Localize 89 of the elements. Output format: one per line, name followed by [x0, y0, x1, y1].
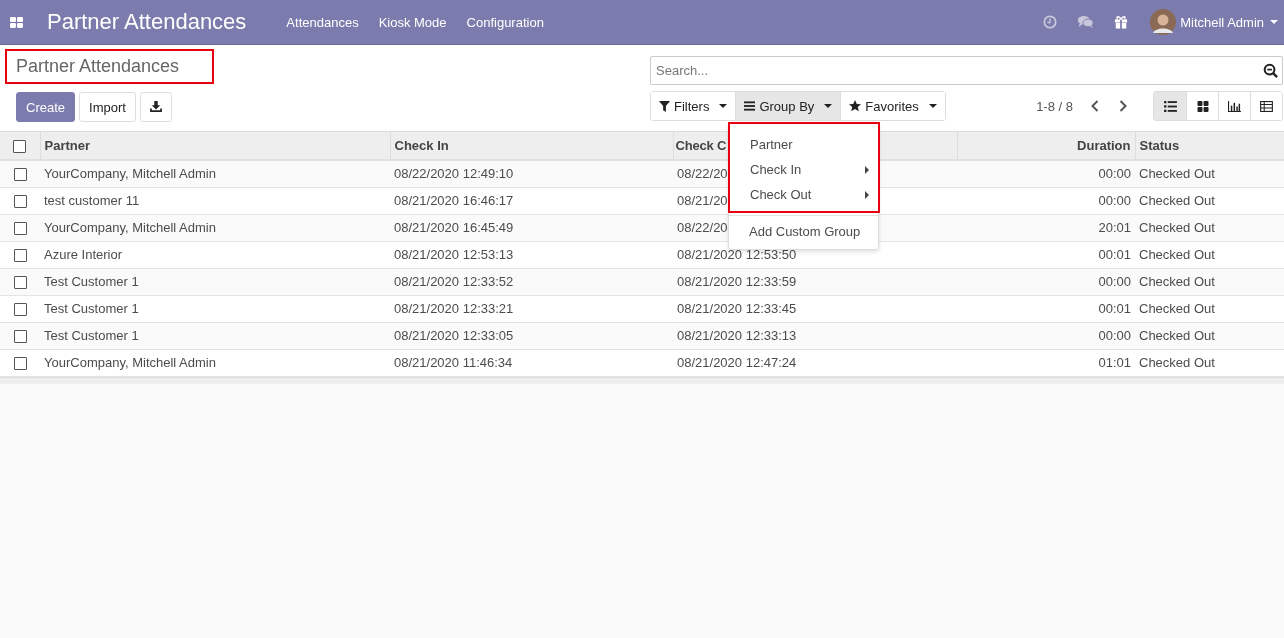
table-cell: 08/21/20 [677, 193, 728, 208]
table-cell: Checked Out [1139, 355, 1215, 370]
table-cell: 08/22/2020 12:49:10 [394, 166, 514, 182]
search-icon[interactable] [1263, 63, 1278, 78]
table-cell: Azure Interior [44, 247, 123, 262]
table-cell: 08/21/2020 12:33:59 [677, 274, 797, 289]
download-button[interactable] [139, 92, 172, 122]
table-cell: YourCompany, Mitchell Admin [44, 166, 216, 182]
table-cell: YourCompany, Mitchell Admin [44, 220, 216, 235]
table-cell: test customer 11 [44, 193, 140, 208]
table-cell: 08/22/20 [677, 220, 728, 235]
search-field[interactable]: Search... [650, 56, 1283, 85]
user-menu[interactable]: Mitchell Admin [1180, 14, 1278, 30]
column-header[interactable]: Partner [44, 138, 91, 153]
row-checkbox[interactable] [13, 276, 27, 290]
row-checkbox[interactable] [13, 195, 27, 209]
menu-item[interactable]: Add Custom Group [729, 219, 878, 244]
table-cell: Checked Out [1139, 220, 1215, 235]
table-cell: Test Customer 1 [44, 274, 139, 289]
column-header[interactable]: Status [1139, 138, 1180, 153]
download-icon [149, 100, 162, 112]
menu-item[interactable]: Attendances [286, 14, 359, 30]
menu-item[interactable]: Partner [730, 132, 878, 157]
table-cell: Checked Out [1139, 247, 1215, 262]
pager-value: 1-8 / 8 [1036, 98, 1073, 114]
next-icon[interactable] [1119, 100, 1127, 112]
table-cell: 08/21/2020 11:46:34 [394, 355, 513, 370]
table-cell: 08/21/2020 16:45:49 [394, 220, 514, 235]
table-cell: Checked Out [1139, 301, 1215, 316]
menu-item[interactable]: Check In [730, 157, 878, 182]
table-cell: 08/21/2020 12:53:13 [394, 247, 514, 262]
menu-item[interactable]: Kiosk Mode [378, 14, 447, 30]
table-cell: 08/21/2020 16:46:17 [394, 193, 514, 208]
caret-icon [865, 165, 869, 174]
pivot-view-button[interactable] [1250, 92, 1282, 120]
table-cell: 08/22/20 [677, 166, 728, 182]
import-button[interactable]: Import [79, 92, 136, 122]
avatar[interactable] [1150, 9, 1177, 35]
create-button[interactable]: Create [16, 92, 76, 122]
previous-icon[interactable] [1091, 100, 1099, 112]
table-cell: YourCompany, Mitchell Admin [44, 355, 216, 370]
menu-item[interactable]: Check Out [730, 182, 878, 207]
row-checkbox[interactable] [13, 303, 27, 317]
table-cell: Test Customer 1 [44, 301, 139, 316]
filter-icon [659, 100, 670, 112]
gift-icon[interactable] [1114, 15, 1129, 29]
list-view-button[interactable] [1154, 92, 1186, 120]
search-option-button[interactable]: Group By [736, 92, 842, 120]
table-cell: Test Customer 1 [44, 328, 139, 343]
bar-chart-icon [1228, 100, 1241, 112]
table-cell: 00:00 [1098, 193, 1131, 208]
table-cell: Checked Out [1139, 328, 1215, 343]
column-header[interactable]: Check In [394, 138, 449, 153]
table-cell: 08/21/2020 12:33:05 [394, 328, 514, 343]
table-cell: 08/21/2020 12:53:50 [677, 247, 797, 262]
table-cell: 08/21/2020 12:33:13 [677, 328, 797, 343]
table-cell: 08/21/2020 12:33:45 [677, 301, 797, 316]
table-cell: 08/21/2020 12:47:24 [677, 355, 797, 370]
table-cell: 00:00 [1098, 166, 1131, 182]
table-cell: Checked Out [1139, 274, 1215, 289]
table-cell: 00:00 [1098, 328, 1131, 343]
table-cell: 08/21/2020 12:33:21 [394, 301, 514, 316]
grid-icon [1196, 100, 1209, 112]
table-cell: 08/21/2020 12:33:52 [394, 274, 514, 289]
table-cell: 01:01 [1098, 355, 1131, 370]
table-cell: 00:01 [1098, 301, 1131, 316]
table-cell: 00:01 [1098, 247, 1131, 262]
menu-icon [744, 101, 756, 111]
table-cell: 20:01 [1098, 220, 1131, 235]
table-cell: Checked Out [1139, 193, 1215, 208]
caret-icon [865, 190, 869, 199]
apps-icon[interactable] [10, 16, 23, 28]
row-checkbox[interactable] [13, 249, 27, 263]
row-checkbox[interactable] [13, 222, 27, 236]
table-cell: 00:00 [1098, 274, 1131, 289]
list-icon [1163, 100, 1177, 112]
row-checkbox[interactable] [13, 168, 27, 182]
breadcrumb-title: Partner Attendances [16, 56, 180, 76]
column-header[interactable]: Duration [1077, 138, 1131, 153]
column-header[interactable]: Check C [675, 138, 727, 153]
row-checkbox[interactable] [13, 357, 27, 371]
select-all-checkbox[interactable] [13, 140, 27, 154]
search-option-button[interactable]: Filters [651, 92, 737, 120]
table-cell: Checked Out [1139, 166, 1215, 182]
table-icon [1260, 100, 1273, 112]
app-title: Partner Attendances [47, 9, 247, 35]
menu-item[interactable]: Configuration [466, 14, 544, 30]
star-icon [849, 100, 862, 112]
row-checkbox[interactable] [13, 330, 27, 344]
